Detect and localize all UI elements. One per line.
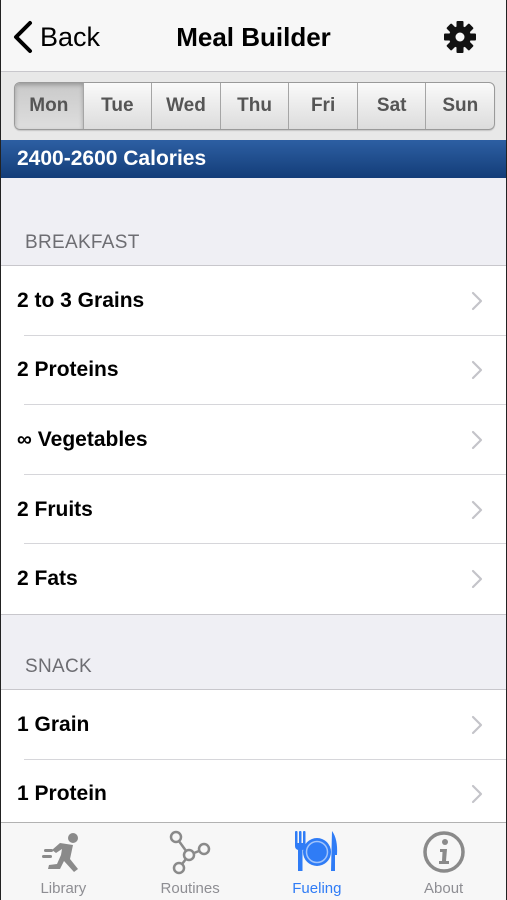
day-sat[interactable]: Sat — [358, 83, 427, 129]
day-fri[interactable]: Fri — [289, 83, 358, 129]
day-selector-bar: Mon Tue Wed Thu Fri Sat Sun — [0, 72, 507, 140]
list-item[interactable]: 1 Protein — [0, 760, 507, 830]
tab-library[interactable]: Library — [0, 823, 127, 900]
gear-icon — [443, 21, 477, 58]
tab-bar: Library Routines Fueling About — [0, 822, 507, 900]
snack-list: 1 Grain 1 Protein — [0, 689, 507, 831]
calories-banner: 2400-2600 Calories — [0, 140, 507, 178]
tab-about[interactable]: About — [380, 823, 507, 900]
day-tue[interactable]: Tue — [84, 83, 153, 129]
list-item[interactable]: 2 to 3 Grains — [0, 266, 507, 336]
chevron-right-icon — [471, 360, 483, 386]
list-item[interactable]: 2 Fats — [0, 544, 507, 614]
item-label: 2 to 3 Grains — [17, 288, 145, 312]
day-thu[interactable]: Thu — [221, 83, 290, 129]
breakfast-list: 2 to 3 Grains 2 Proteins ∞ Vegetables 2 … — [0, 265, 507, 615]
list-item[interactable]: ∞ Vegetables — [0, 405, 507, 475]
item-label: 2 Proteins — [17, 358, 119, 382]
list-item[interactable]: 1 Grain — [0, 690, 507, 760]
chevron-right-icon — [471, 291, 483, 317]
page-title: Meal Builder — [176, 22, 331, 52]
tab-fueling[interactable]: Fueling — [254, 823, 381, 900]
tab-routines[interactable]: Routines — [127, 823, 254, 900]
chevron-right-icon — [471, 715, 483, 741]
day-mon[interactable]: Mon — [15, 83, 84, 129]
plate-utensils-icon — [292, 829, 342, 880]
chevron-right-icon — [471, 500, 483, 526]
section-header-breakfast: BREAKFAST — [25, 232, 140, 253]
running-figure-icon — [40, 829, 86, 880]
tab-label: Fueling — [292, 880, 342, 897]
section-header-snack: SNACK — [25, 656, 92, 677]
item-label: ∞ Vegetables — [17, 427, 148, 451]
chevron-right-icon — [471, 569, 483, 595]
item-label: 1 Protein — [17, 782, 107, 806]
item-label: 1 Grain — [17, 712, 90, 736]
day-sun[interactable]: Sun — [426, 83, 494, 129]
tab-label: Routines — [160, 880, 220, 897]
day-wed[interactable]: Wed — [152, 83, 221, 129]
list-item[interactable]: 2 Fruits — [0, 475, 507, 545]
tab-label: Library — [40, 880, 87, 897]
chevron-right-icon — [471, 430, 483, 456]
day-segmented-control: Mon Tue Wed Thu Fri Sat Sun — [14, 82, 495, 130]
route-nodes-icon — [167, 829, 213, 880]
list-item[interactable]: 2 Proteins — [0, 336, 507, 406]
navigation-bar: Back Meal Builder — [0, 0, 507, 72]
settings-button[interactable] — [443, 20, 477, 54]
chevron-right-icon — [471, 784, 483, 810]
info-icon — [421, 829, 467, 880]
item-label: 2 Fruits — [17, 497, 93, 521]
item-label: 2 Fats — [17, 567, 78, 591]
tab-label: About — [424, 880, 464, 897]
